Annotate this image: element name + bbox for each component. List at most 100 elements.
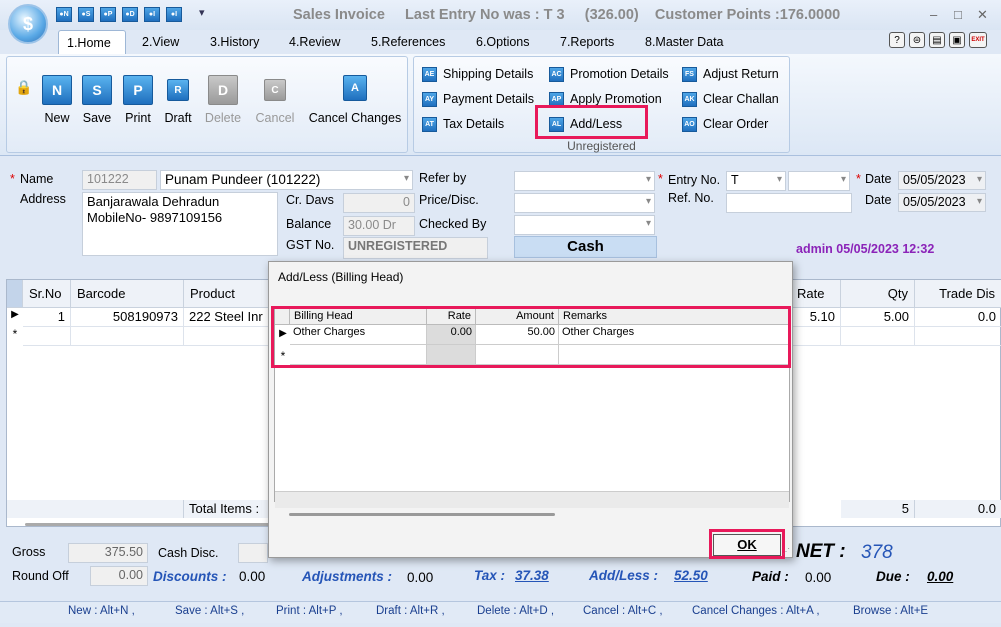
notes-icon[interactable]: ▣ [949,32,965,48]
shortcut-delete: Delete : Alt+D , [477,605,555,617]
add-less-total-value[interactable]: 52.50 [674,568,708,583]
add-less-dialog: Add/Less (Billing Head) Billing Head Rat… [268,261,793,559]
table-row-barcode[interactable]: 508190973 [71,308,184,327]
col-srno[interactable]: Sr.No [23,280,71,308]
tab-options[interactable]: 6.Options [468,30,538,54]
table-row-disc[interactable]: 0.0 [915,308,1001,327]
table-row-qty[interactable]: 5.00 [841,308,915,327]
shipping-icon: AE [422,66,437,82]
grid-horizontal-scrollbar[interactable] [25,523,275,526]
close-button[interactable]: ✕ [977,7,988,23]
due-value[interactable]: 0.00 [927,569,953,584]
new-row-srno[interactable] [23,327,71,346]
cancel-button[interactable]: C Cancel [251,75,299,125]
quick-save-icon[interactable]: ●S [78,7,94,22]
col-product[interactable]: Product [184,280,274,308]
table-row-rate[interactable]: 5.10 [791,308,841,327]
save-button[interactable]: S Save [77,75,117,125]
tab-history[interactable]: 3.History [202,30,267,54]
shortcut-cancel: Cancel : Alt+C , [583,605,663,617]
gst-field: UNREGISTERED [343,237,488,259]
cancel-changes-button[interactable]: A Cancel Changes [305,75,405,125]
net-value: 378 [861,542,893,563]
tab-reports[interactable]: 7.Reports [552,30,622,54]
calculator-icon[interactable]: ▤ [929,32,945,48]
ok-button[interactable]: OK [713,534,781,556]
entry-series-select[interactable]: T [726,171,786,191]
shortcut-cancel-changes: Cancel Changes : Alt+A , [692,605,820,617]
round-off-label: Round Off [12,569,69,583]
customer-name-select[interactable]: Punam Pundeer (101222) [160,170,413,190]
shortcut-bar: New : Alt+N , Save : Alt+S , Print : Alt… [0,601,1001,623]
adjust-return-button[interactable]: FS Adjust Return [682,65,779,83]
refer-by-label: Refer by [419,171,467,185]
payment-icon: AY [422,91,437,107]
clear-challan-button[interactable]: AK Clear Challan [682,90,779,108]
exit-icon[interactable]: EXIT [969,32,987,48]
name-required-mark: * [10,172,15,186]
new-row-qty[interactable] [841,327,915,346]
quick-info2-icon[interactable]: ●I [166,7,182,22]
total-items-label: Total Items : [184,500,274,518]
price-disc-select[interactable] [514,193,655,213]
shipping-details-button[interactable]: AE Shipping Details [422,65,533,83]
ref-no-label: Ref. No. [668,191,714,205]
col-qty[interactable]: Qty [841,280,915,308]
settings-icon[interactable]: ⊜ [909,32,925,48]
shortcut-draft: Draft : Alt+R , [376,605,445,617]
quick-draft-icon[interactable]: ●D [122,7,138,22]
tab-master-data[interactable]: 8.Master Data [637,30,732,54]
tab-review[interactable]: 4.Review [281,30,348,54]
new-row-barcode[interactable] [71,327,184,346]
ribbon-group-actions: 🔒 N New S Save P Print R Draft D Delete C Canc… [6,56,408,153]
ref-no-field[interactable] [726,193,852,213]
address-field[interactable]: Banjarawala Dehradun MobileNo- 9897109156 [82,192,278,256]
payment-details-button[interactable]: AY Payment Details [422,90,534,108]
customer-code-field[interactable]: 101222 [82,170,157,190]
resize-grip-icon[interactable]: ⋰ [782,547,790,556]
round-off-value[interactable]: 0.00 [90,566,148,586]
checked-by-select[interactable] [514,215,655,235]
dialog-grid-scrollbar[interactable] [289,513,555,516]
cash-disc-field[interactable] [238,543,268,563]
col-rate[interactable]: Rate [791,280,841,308]
refer-by-select[interactable] [514,171,655,191]
delete-button[interactable]: D Delete [201,75,245,125]
new-button[interactable]: N New [37,75,77,125]
cr-days-field[interactable]: 0 [343,193,415,213]
quick-new-icon[interactable]: ●N [56,7,72,22]
maximize-button[interactable]: □ [954,7,962,22]
entry-number-select[interactable] [788,171,850,191]
date2-picker[interactable]: 05/05/2023 [898,193,986,212]
new-row-disc[interactable] [915,327,1001,346]
draft-button[interactable]: R Draft [158,75,198,125]
col-trade-disc[interactable]: Trade Dis [915,280,1001,308]
help-icon[interactable]: ? [889,32,905,48]
help-icons: ? ⊜ ▤ ▣ EXIT [889,32,987,48]
tab-references[interactable]: 5.References [363,30,453,54]
tax-label: Tax : [474,568,506,583]
cash-mode-button[interactable]: Cash [514,236,657,258]
col-barcode[interactable]: Barcode [71,280,184,308]
table-row-srno[interactable]: 1 [23,308,71,327]
quick-info-icon[interactable]: ●I [144,7,160,22]
entry-no-label: Entry No. [668,173,721,187]
quick-print-icon[interactable]: ●P [100,7,116,22]
tax-value[interactable]: 37.38 [515,568,549,583]
tab-home[interactable]: 1.Home [58,30,126,54]
print-button[interactable]: P Print [118,75,158,125]
table-row-product[interactable]: 222 Steel Inr [184,308,274,327]
clear-order-button[interactable]: AO Clear Order [682,115,768,133]
new-row-rate[interactable] [791,327,841,346]
paid-label: Paid : [752,569,789,584]
date-picker[interactable]: 05/05/2023 [898,171,986,190]
new-row-product[interactable] [184,327,274,346]
tax-details-button[interactable]: AT Tax Details [422,115,504,133]
gst-label: GST No. [286,238,335,252]
tab-view[interactable]: 2.View [134,30,187,54]
quick-access-dropdown-icon[interactable]: ▾ [199,6,205,19]
paid-value: 0.00 [805,570,832,585]
promotion-details-button[interactable]: AC Promotion Details [549,65,669,83]
minimize-button[interactable]: – [930,7,937,22]
balance-field: 30.00 Dr [343,216,415,236]
